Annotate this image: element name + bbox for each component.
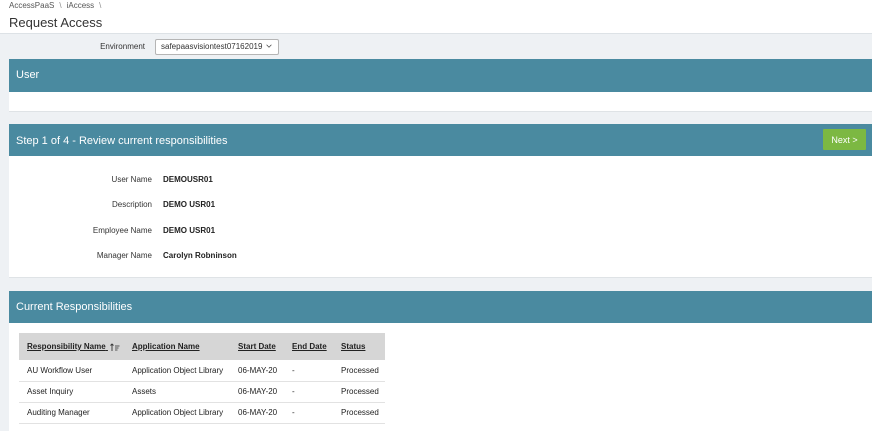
column-header-label: Responsibility Name <box>27 342 106 351</box>
breadcrumb-item-iaccess[interactable]: iAccess <box>67 1 95 10</box>
breadcrumb: AccessPaaS \ iAccess \ <box>9 1 106 10</box>
user-panel-body <box>9 92 872 112</box>
step-panel-header: Step 1 of 4 - Review current responsibil… <box>9 124 872 156</box>
breadcrumb-separator: \ <box>99 1 102 10</box>
user-panel-title: User <box>16 69 40 81</box>
cell-responsibility-name: Asset Inquiry <box>19 381 124 403</box>
column-header-start-date[interactable]: Start Date <box>230 333 284 360</box>
employee-name-value: DEMO USR01 <box>163 226 216 235</box>
user-panel-header: User <box>9 59 872 92</box>
breadcrumb-item-accesspaas[interactable]: AccessPaaS <box>9 1 54 10</box>
table-row: Asset Inquiry Assets 06-MAY-20 - Process… <box>19 381 385 403</box>
user-name-value: DEMOUSR01 <box>163 175 213 184</box>
environment-select-value: safepaasvisiontest07162019 <box>161 42 263 51</box>
environment-select[interactable]: safepaasvisiontest07162019 <box>155 39 279 55</box>
user-name-label: User Name <box>111 175 152 184</box>
cell-status: Processed <box>333 402 385 424</box>
cell-responsibility-name: Auditing Manager <box>19 402 124 424</box>
breadcrumb-separator: \ <box>59 1 62 10</box>
cell-application-name: Application Object Library <box>124 360 230 382</box>
employee-name-label: Employee Name <box>92 226 152 235</box>
page-header: AccessPaaS \ iAccess \ Request Access <box>0 0 872 34</box>
cell-start-date: 06-MAY-20 <box>230 381 284 403</box>
cell-start-date: 06-MAY-20 <box>230 402 284 424</box>
responsibilities-panel-title: Current Responsibilities <box>16 301 133 313</box>
next-button[interactable]: Next > <box>823 129 866 150</box>
cell-end-date: - <box>284 360 333 382</box>
column-header-end-date[interactable]: End Date <box>284 333 333 360</box>
cell-status: Processed <box>333 360 385 382</box>
column-header-application-name[interactable]: Application Name <box>124 333 230 360</box>
cell-end-date: - <box>284 381 333 403</box>
environment-label: Environment <box>100 42 145 51</box>
page-title: Request Access <box>9 15 103 30</box>
cell-application-name: Assets <box>124 381 230 403</box>
step-panel-title: Step 1 of 4 - Review current responsibil… <box>16 135 228 147</box>
table-row: AU Workflow User Application Object Libr… <box>19 360 385 382</box>
manager-name-value: Carolyn Robninson <box>163 251 237 260</box>
chevron-down-icon <box>266 44 272 48</box>
cell-end-date: - <box>284 402 333 424</box>
cell-start-date: 06-MAY-20 <box>230 360 284 382</box>
description-label: Description <box>111 200 152 209</box>
cell-application-name: Application Object Library <box>124 402 230 424</box>
column-header-responsibility-name[interactable]: Responsibility Name <box>19 333 124 360</box>
column-header-status[interactable]: Status <box>333 333 385 360</box>
responsibilities-panel-header: Current Responsibilities <box>9 291 872 323</box>
sort-ascending-icon[interactable] <box>110 343 120 351</box>
responsibilities-table: Responsibility Name Application Name Sta… <box>19 333 385 424</box>
description-value: DEMO USR01 <box>163 200 216 209</box>
cell-status: Processed <box>333 381 385 403</box>
cell-responsibility-name: AU Workflow User <box>19 360 124 382</box>
manager-name-label: Manager Name <box>96 251 152 260</box>
table-header-row: Responsibility Name Application Name Sta… <box>19 333 385 360</box>
table-row: Auditing Manager Application Object Libr… <box>19 402 385 424</box>
